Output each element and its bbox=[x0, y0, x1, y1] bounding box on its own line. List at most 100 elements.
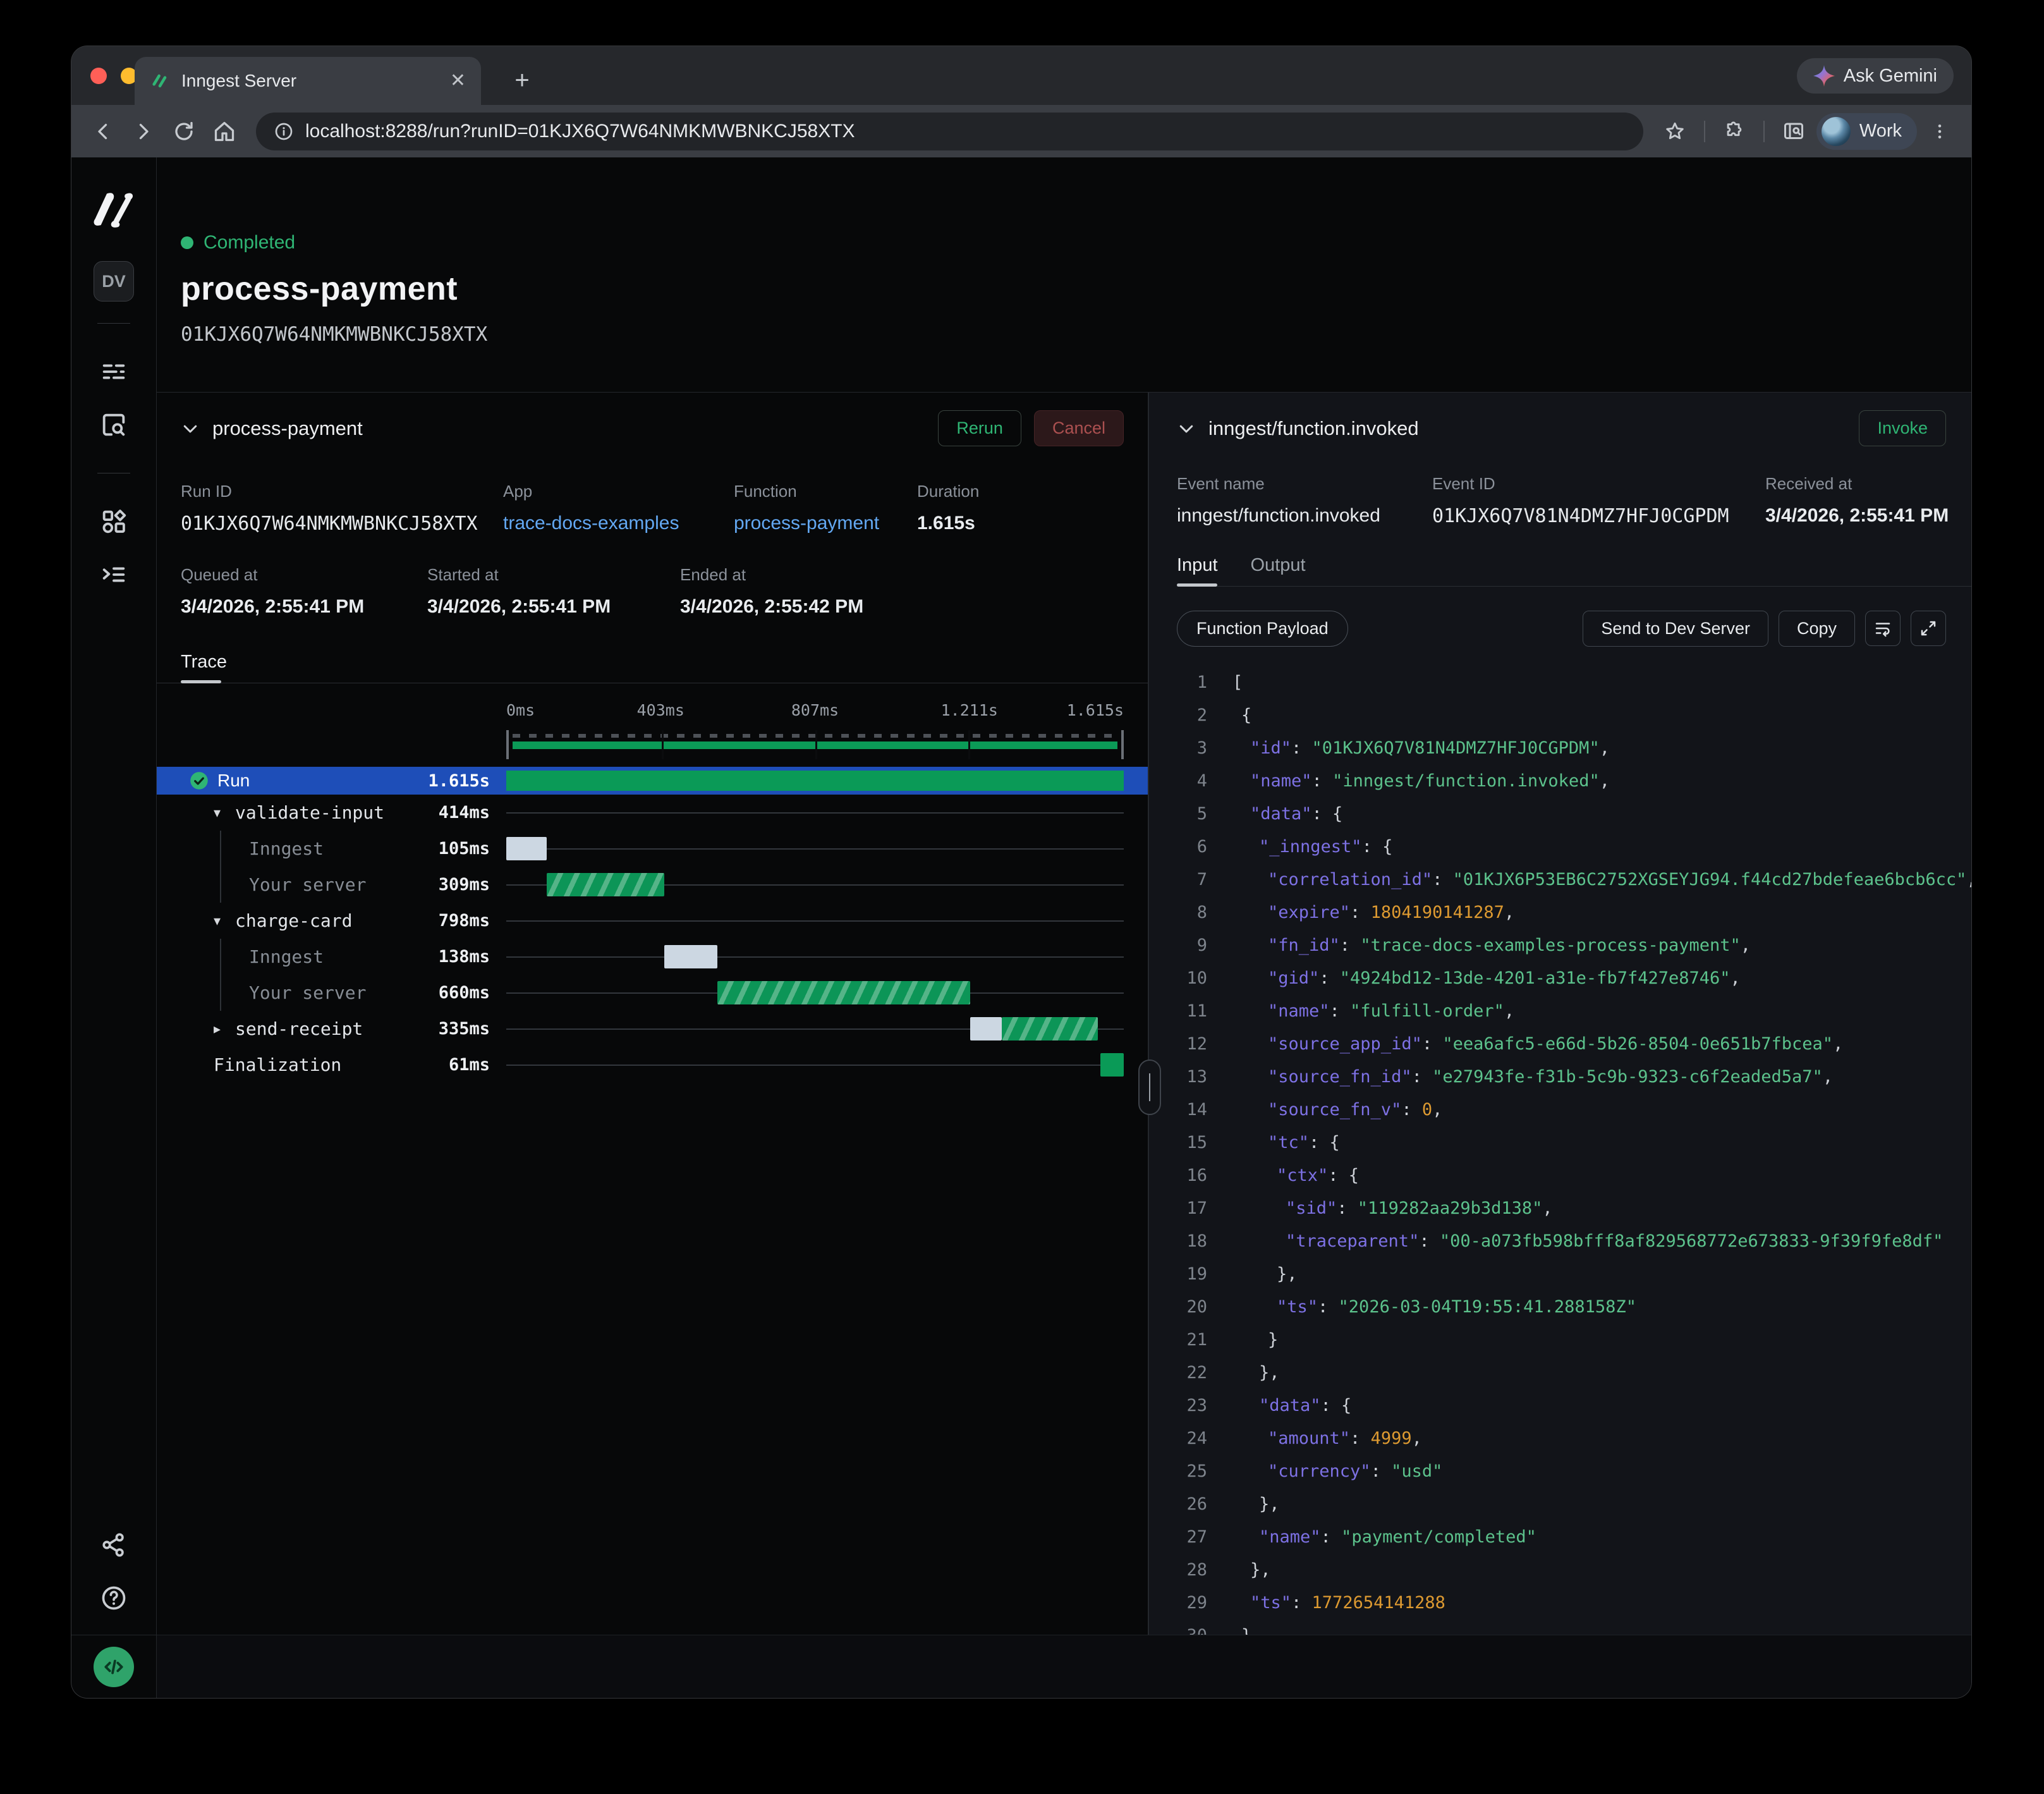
side-panel-search-icon[interactable] bbox=[1776, 114, 1811, 149]
trace-span-duration: 105ms bbox=[439, 839, 506, 858]
stream-list-icon[interactable] bbox=[94, 554, 134, 595]
rerun-button[interactable]: Rerun bbox=[938, 410, 1021, 446]
code-token: "gid" bbox=[1268, 968, 1319, 988]
app-link[interactable]: trace-docs-examples bbox=[503, 513, 734, 534]
trace-row[interactable]: ▾validate-input414ms bbox=[181, 795, 1124, 831]
panel-resize-handle[interactable] bbox=[1138, 1059, 1161, 1115]
expand-icon[interactable] bbox=[1911, 611, 1946, 646]
close-window-button[interactable] bbox=[90, 68, 107, 84]
span-bar-light[interactable] bbox=[664, 945, 717, 968]
function-payload-chip[interactable]: Function Payload bbox=[1177, 611, 1348, 647]
trace-row[interactable]: ▸send-receipt335ms bbox=[181, 1011, 1124, 1047]
copy-button[interactable]: Copy bbox=[1779, 611, 1855, 647]
code-line: 9"fn_id": "trace-docs-examples-process-p… bbox=[1177, 929, 1971, 961]
code-line: 13"source_fn_id": "e27943fe-f31b-5c9b-93… bbox=[1177, 1060, 1971, 1093]
new-tab-button[interactable]: + bbox=[506, 64, 538, 96]
info-icon[interactable] bbox=[274, 121, 294, 142]
help-icon[interactable] bbox=[94, 1578, 134, 1618]
span-bar-hatch[interactable] bbox=[547, 873, 665, 896]
trace-row[interactable]: Your server309ms bbox=[181, 867, 1124, 903]
url-bar[interactable]: localhost:8288/run?runID=01KJX6Q7W64NMKM… bbox=[256, 113, 1643, 150]
code-text: "source_fn_id": "e27943fe-f31b-5c9b-9323… bbox=[1232, 1067, 1833, 1087]
close-icon[interactable]: ✕ bbox=[450, 71, 466, 90]
home-icon[interactable] bbox=[207, 114, 242, 149]
extensions-icon[interactable] bbox=[1717, 114, 1752, 149]
trace-row[interactable]: Your server660ms bbox=[181, 975, 1124, 1011]
app-footer bbox=[157, 1635, 1971, 1698]
word-wrap-icon[interactable] bbox=[1865, 611, 1901, 646]
code-token: }, bbox=[1277, 1264, 1298, 1284]
browser-tab[interactable]: Inngest Server ✕ bbox=[135, 57, 481, 105]
timeline-minimap[interactable] bbox=[506, 730, 1124, 759]
code-token: "data" bbox=[1250, 804, 1312, 824]
function-link[interactable]: process-payment bbox=[734, 513, 917, 534]
trace-span-track bbox=[506, 975, 1124, 1011]
bookmark-star-icon[interactable] bbox=[1657, 114, 1693, 149]
trace-row[interactable]: Inngest138ms bbox=[181, 939, 1124, 975]
forward-icon[interactable] bbox=[126, 114, 161, 149]
tab-input[interactable]: Input bbox=[1177, 555, 1218, 586]
code-token: : bbox=[1312, 771, 1333, 791]
apps-icon[interactable] bbox=[94, 501, 134, 542]
code-token: "expire" bbox=[1268, 903, 1350, 922]
collapse-arrow-icon[interactable]: ▾ bbox=[214, 805, 235, 821]
track-guide-line bbox=[506, 956, 1124, 958]
span-bar-hatch[interactable] bbox=[1002, 1017, 1098, 1040]
queued-at-field: Queued at 3/4/2026, 2:55:41 PM bbox=[181, 565, 427, 618]
run-detail-panel: process-payment Rerun Cancel Run ID 01KJ… bbox=[157, 393, 1149, 1635]
back-icon[interactable] bbox=[85, 114, 121, 149]
span-bar-solid[interactable] bbox=[506, 771, 1124, 791]
tab-title: Inngest Server bbox=[181, 71, 439, 91]
dev-code-icon[interactable] bbox=[94, 1647, 134, 1687]
span-bar-hatch[interactable] bbox=[717, 981, 970, 1004]
browser-window: Inngest Server ✕ + Ask Gemini bbox=[71, 46, 1972, 1699]
chevron-down-icon[interactable] bbox=[181, 419, 200, 438]
invoke-button[interactable]: Invoke bbox=[1859, 410, 1946, 446]
code-token: "01KJX6P53EB6C2752XGSEYJG94.f44cd27bdefe… bbox=[1453, 870, 1967, 889]
code-token: "source_fn_v" bbox=[1268, 1100, 1401, 1120]
tab-output[interactable]: Output bbox=[1251, 555, 1306, 586]
event-search-icon[interactable] bbox=[94, 405, 134, 445]
kebab-menu-icon[interactable] bbox=[1922, 114, 1957, 149]
chevron-down-icon[interactable] bbox=[1177, 419, 1196, 438]
track-guide-line bbox=[506, 812, 1124, 814]
trace-timeline: 0ms403ms807ms1.211s1.615s Run1. bbox=[181, 697, 1124, 1083]
code-token: } bbox=[1268, 1330, 1278, 1350]
code-text: "gid": "4924bd12-13de-4201-a31e-fb7f427e… bbox=[1232, 968, 1741, 988]
code-line: 2{ bbox=[1177, 699, 1971, 731]
code-text: "source_fn_v": 0, bbox=[1232, 1100, 1442, 1120]
tab-trace[interactable]: Trace bbox=[181, 652, 227, 683]
app-badge[interactable]: DV bbox=[94, 261, 134, 302]
code-token: , bbox=[1504, 903, 1514, 922]
code-token: }, bbox=[1250, 1560, 1271, 1580]
expand-arrow-icon[interactable]: ▸ bbox=[214, 1021, 235, 1037]
collapse-arrow-icon[interactable]: ▾ bbox=[214, 913, 235, 929]
inngest-logo-icon bbox=[150, 71, 170, 91]
code-text: "amount": 4999, bbox=[1232, 1429, 1422, 1448]
span-bar-light[interactable] bbox=[970, 1017, 1002, 1040]
gemini-star-icon bbox=[1813, 65, 1835, 87]
profile-chip[interactable]: Work bbox=[1816, 113, 1917, 150]
code-token: : bbox=[1291, 1593, 1312, 1613]
reload-icon[interactable] bbox=[166, 114, 202, 149]
span-bar-light[interactable] bbox=[506, 837, 547, 860]
runs-filter-icon[interactable] bbox=[94, 351, 134, 392]
trace-row[interactable]: Run1.615s bbox=[157, 767, 1148, 795]
line-number: 2 bbox=[1177, 705, 1207, 725]
send-to-dev-server-button[interactable]: Send to Dev Server bbox=[1583, 611, 1768, 647]
span-bar-solid[interactable] bbox=[1100, 1053, 1124, 1077]
code-text: }, bbox=[1232, 1363, 1280, 1382]
ask-gemini-button[interactable]: Ask Gemini bbox=[1797, 58, 1954, 94]
code-text: [ bbox=[1232, 673, 1243, 692]
trace-row[interactable]: ▾charge-card798ms bbox=[181, 903, 1124, 939]
share-icon[interactable] bbox=[94, 1525, 134, 1565]
trace-row[interactable]: Inngest105ms bbox=[181, 831, 1124, 867]
cancel-button[interactable]: Cancel bbox=[1034, 410, 1124, 446]
payload-code-editor[interactable]: 1[2{3"id": "01KJX6Q7V81N4DMZ7HFJ0CGPDM",… bbox=[1177, 666, 1971, 1635]
code-line: 19}, bbox=[1177, 1257, 1971, 1290]
line-number: 29 bbox=[1177, 1593, 1207, 1613]
line-number: 4 bbox=[1177, 771, 1207, 791]
code-token: , bbox=[1412, 1429, 1422, 1448]
trace-row[interactable]: Finalization61ms bbox=[181, 1047, 1124, 1083]
code-text: } bbox=[1232, 1330, 1278, 1350]
